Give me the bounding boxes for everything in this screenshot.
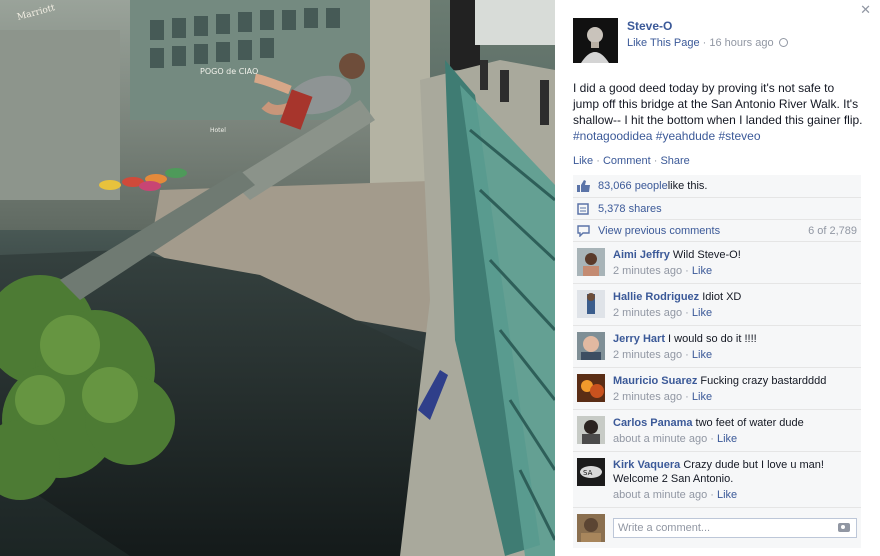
page-header: Steve-O Like This Page · 16 hours ago	[573, 18, 788, 63]
comment-item: Carlos Panama two feet of water dude abo…	[573, 409, 861, 451]
comment-author[interactable]: Aimi Jeffry	[613, 249, 670, 261]
comment-text: I would so do it !!!!	[668, 333, 757, 345]
comment-like-link[interactable]: Like	[692, 349, 712, 361]
post-text: I did a good deed today by proving it's …	[573, 80, 863, 144]
comment-item: Aimi Jeffry Wild Steve-O! 2 minutes ago …	[573, 241, 861, 283]
avatar[interactable]: SA	[577, 458, 605, 486]
comment-time[interactable]: 2 minutes ago	[613, 391, 682, 403]
comment-time[interactable]: 2 minutes ago	[613, 349, 682, 361]
page-avatar[interactable]	[573, 18, 618, 63]
comment-input[interactable]: Write a comment...	[613, 518, 857, 538]
photo-scene: POGO de CIAO Hotel Marriott	[0, 0, 555, 556]
comment-like-link[interactable]: Like	[717, 433, 737, 445]
comment-item: Jerry Hart I would so do it !!!! 2 minut…	[573, 325, 861, 367]
comment-like-link[interactable]: Like	[692, 391, 712, 403]
side-panel: ✕ Steve-O Like This Page · 16 hours ago …	[555, 0, 880, 556]
share-icon	[577, 202, 590, 215]
share-link[interactable]: Share	[660, 155, 689, 167]
comment-like-link[interactable]: Like	[692, 265, 712, 277]
avatar[interactable]	[577, 374, 605, 402]
post-photo[interactable]: POGO de CIAO Hotel Marriott	[0, 0, 555, 556]
page-avatar-image	[573, 18, 618, 63]
comment-time[interactable]: about a minute ago	[613, 433, 707, 445]
comment-time[interactable]: 2 minutes ago	[613, 265, 682, 277]
comment-item: Hallie Rodriguez Idiot XD 2 minutes ago …	[573, 283, 861, 325]
hashtag-notagoodidea[interactable]: #notagoodidea	[573, 129, 652, 143]
comment-like-link[interactable]: Like	[692, 307, 712, 319]
avatar[interactable]	[577, 416, 605, 444]
hashtag-steveo[interactable]: #steveo	[719, 129, 761, 143]
likes-count[interactable]: 83,066 people	[598, 180, 668, 192]
comment-author[interactable]: Jerry Hart	[613, 333, 665, 345]
avatar[interactable]	[577, 332, 605, 360]
page-name[interactable]: Steve-O	[627, 19, 788, 33]
comment-like-link[interactable]: Like	[717, 489, 737, 501]
svg-text:SA: SA	[583, 469, 593, 477]
camera-icon[interactable]	[838, 523, 850, 532]
photo-sign-pogo: POGO de CIAO	[200, 67, 258, 76]
comment-item: SA Kirk Vaquera Crazy dude but I love u …	[573, 451, 861, 507]
comment-time[interactable]: about a minute ago	[613, 489, 707, 501]
ufi-box: 83,066 people like this. 5,378 shares Vi…	[573, 175, 861, 548]
comment-author[interactable]: Kirk Vaquera	[613, 459, 680, 471]
globe-icon	[778, 38, 788, 47]
avatar[interactable]	[577, 290, 605, 318]
comment-author[interactable]: Carlos Panama	[613, 417, 692, 429]
comment-link[interactable]: Comment	[603, 155, 651, 167]
comment-author[interactable]: Mauricio Suarez	[613, 375, 697, 387]
shares-row: 5,378 shares	[573, 197, 861, 219]
comment-text: Fucking crazy bastardddd	[700, 375, 827, 387]
avatar[interactable]	[577, 248, 605, 276]
comment-item: Mauricio Suarez Fucking crazy bastardddd…	[573, 367, 861, 409]
comment-icon	[577, 224, 590, 238]
view-previous-comments[interactable]: View previous comments	[598, 225, 720, 237]
hashtag-yeahdude[interactable]: #yeahdude	[656, 129, 715, 143]
like-page-link[interactable]: Like This Page	[627, 37, 700, 49]
comment-author[interactable]: Hallie Rodriguez	[613, 291, 699, 303]
shares-count[interactable]: 5,378 shares	[598, 203, 662, 215]
comment-text: Idiot XD	[702, 291, 742, 303]
thumbs-up-icon	[577, 180, 590, 192]
comment-text: Wild Steve-O!	[672, 249, 741, 261]
like-link[interactable]: Like	[573, 155, 593, 167]
comment-time[interactable]: 2 minutes ago	[613, 307, 682, 319]
likes-row: 83,066 people like this.	[573, 175, 861, 197]
post-actions: Like · Comment · Share	[573, 155, 690, 167]
post-time[interactable]: 16 hours ago	[709, 37, 773, 49]
likes-suffix: like this.	[667, 180, 708, 192]
comment-composer: Write a comment...	[573, 507, 861, 548]
post-body: I did a good deed today by proving it's …	[573, 81, 863, 127]
view-previous-row: View previous comments 6 of 2,789	[573, 219, 861, 241]
close-icon[interactable]: ✕	[860, 2, 871, 18]
avatar	[577, 514, 605, 542]
comment-range: 6 of 2,789	[808, 224, 857, 237]
photo-sign-hotel: Hotel	[210, 127, 226, 134]
comment-input-placeholder: Write a comment...	[618, 522, 711, 534]
comment-text: two feet of water dude	[695, 417, 804, 429]
